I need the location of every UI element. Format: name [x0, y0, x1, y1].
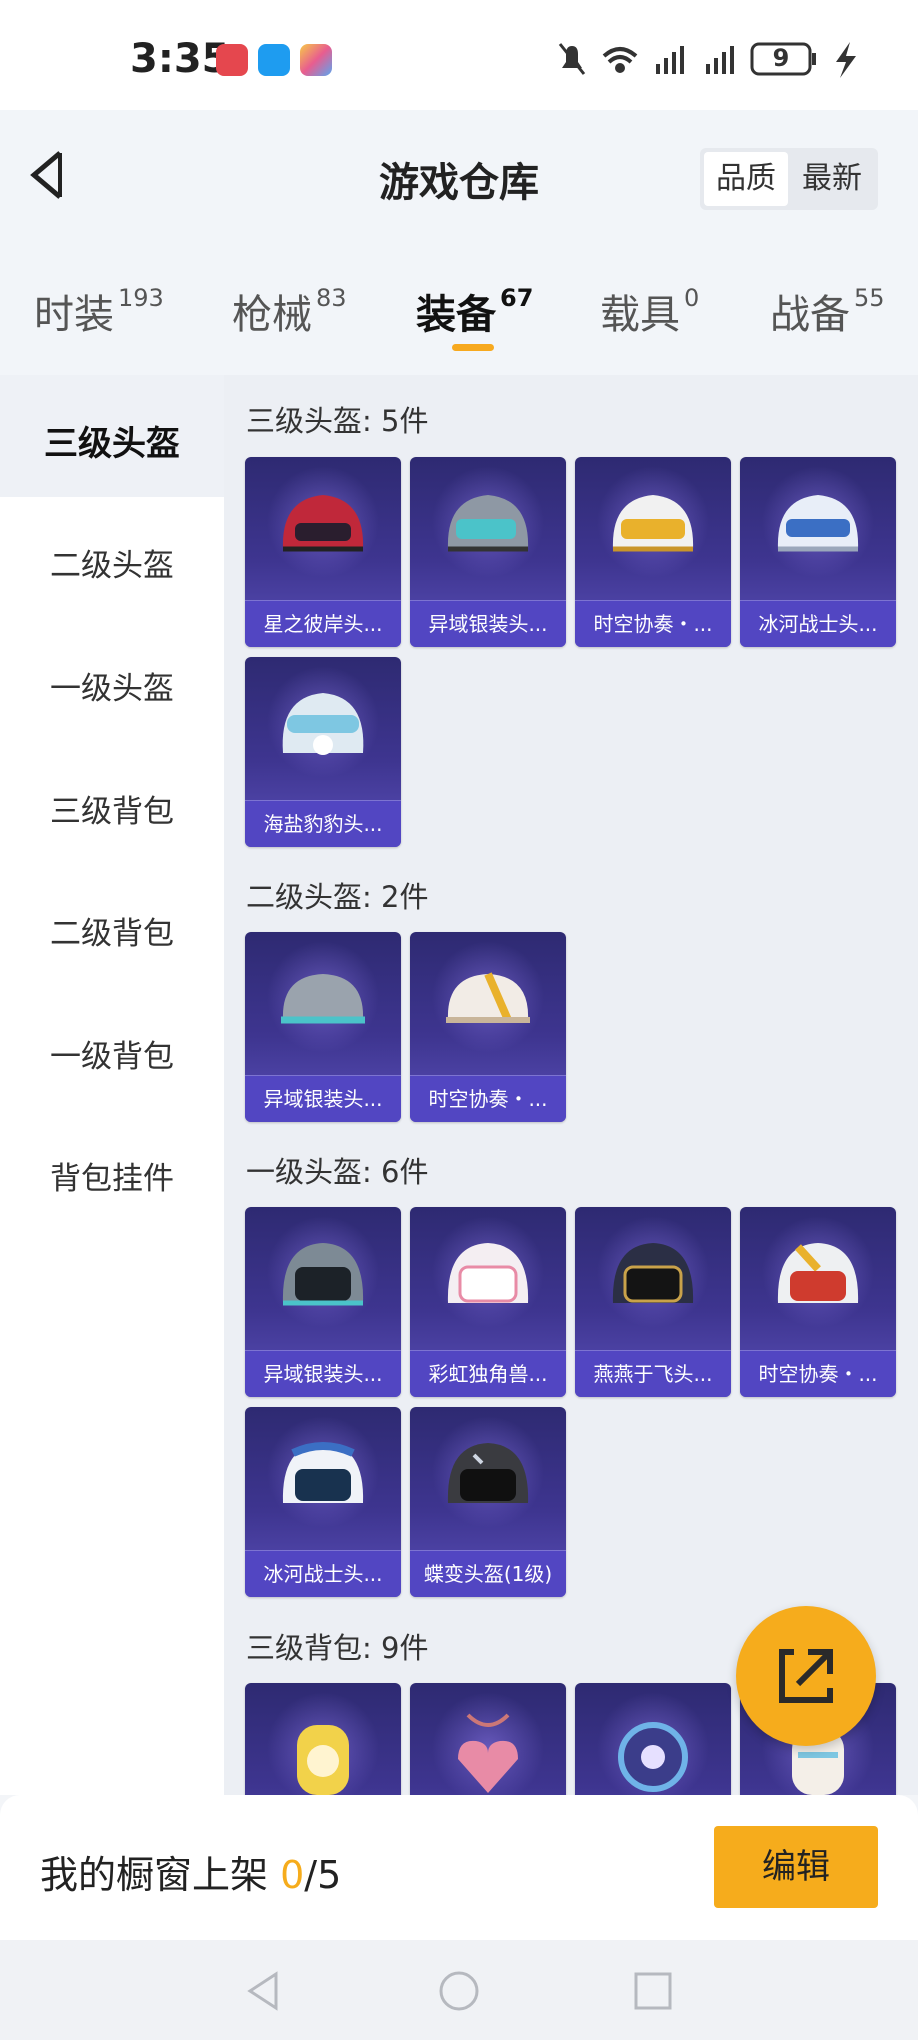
item-name: 异域银装头... [245, 1075, 401, 1122]
showcase-count: 0 [280, 1853, 305, 1897]
helmet-icon [281, 974, 365, 1024]
sidebar-item-level1-backpack[interactable]: 一级背包 [0, 1031, 224, 1076]
backpack-icon [297, 1725, 349, 1795]
sidebar-item-backpack-charm[interactable]: 背包挂件 [0, 1153, 224, 1198]
item-card[interactable]: 星之彼岸头... [245, 457, 401, 647]
item-card[interactable]: 异域银装头... [410, 457, 566, 647]
item-name: 彩虹独角兽... [410, 1350, 566, 1397]
section-title: 三级头盔: 5件 [246, 404, 429, 438]
helmet-icon [447, 495, 529, 552]
showcase-status: 我的橱窗上架 0/5 [40, 1844, 341, 1899]
sidebar [0, 375, 224, 1795]
charging-icon [836, 42, 856, 78]
helmet-icon [282, 1243, 364, 1306]
app-notification-icon [216, 44, 248, 76]
item-card[interactable]: 冰河战士头... [245, 1407, 401, 1597]
helmet-icon [282, 693, 364, 755]
item-name: 海盐豹豹头... [245, 800, 401, 847]
item-name: 时空协奏・... [740, 1350, 896, 1397]
sidebar-item-level2-backpack[interactable]: 二级背包 [0, 908, 224, 953]
helmet-icon [777, 495, 859, 552]
item-card[interactable]: 海盐豹豹头... [245, 657, 401, 847]
item-name: 时空协奏・... [410, 1075, 566, 1122]
item-card[interactable]: 异域银装头... [245, 1207, 401, 1397]
showcase-label: 我的橱窗上架 [40, 1853, 281, 1897]
item-name: 燕燕于飞头... [575, 1350, 731, 1397]
item-card[interactable]: 蝶变头盔(1级) [410, 1407, 566, 1597]
sidebar-item-level2-helmet[interactable]: 二级头盔 [0, 540, 224, 585]
sidebar-item-level1-helmet[interactable]: 一级头盔 [0, 663, 224, 708]
item-name: 异域银装头... [245, 1350, 401, 1397]
helmet-icon [777, 1243, 859, 1303]
tab-supplies[interactable]: 战备 55 [770, 282, 885, 340]
battery-level: 9 [772, 44, 790, 72]
item-card[interactable]: 时空协奏・... [575, 457, 731, 647]
item-card[interactable]: 彩虹独角兽... [410, 1207, 566, 1397]
helmet-icon [612, 495, 694, 552]
helmet-icon [282, 495, 364, 552]
mute-icon [558, 43, 586, 75]
active-tab-indicator [452, 344, 494, 351]
helmet-icon [612, 1243, 694, 1303]
edit-button[interactable]: 编辑 [714, 1826, 878, 1908]
section-title: 二级头盔: 2件 [246, 880, 429, 914]
showcase-total: /5 [304, 1853, 342, 1897]
item-card[interactable]: 时空协奏・... [740, 1207, 896, 1397]
section-title: 一级头盔: 6件 [246, 1155, 429, 1189]
nav-home-icon[interactable] [436, 1968, 482, 2014]
item-card[interactable]: 时空协奏・... [410, 932, 566, 1122]
item-name: 冰河战士头... [245, 1550, 401, 1597]
sidebar-item-level3-backpack[interactable]: 三级背包 [0, 786, 224, 831]
item-name: 蝶变头盔(1级) [410, 1550, 566, 1597]
helmet-icon [447, 1443, 529, 1503]
tab-fashion[interactable]: 时装 193 [34, 282, 164, 340]
section-title: 三级背包: 9件 [246, 1631, 429, 1665]
tab-vehicles[interactable]: 载具 0 [600, 282, 699, 340]
status-time: 3:35 [130, 36, 230, 82]
search-app-icon [258, 44, 290, 76]
tab-weapons[interactable]: 枪械 83 [232, 282, 347, 340]
helmet-icon [282, 1442, 364, 1503]
backpack-icon [458, 1713, 518, 1793]
helmet-icon [447, 1243, 529, 1303]
helmet-icon [446, 972, 530, 1023]
sort-option-newest[interactable]: 最新 [790, 152, 874, 206]
nav-recents-icon[interactable] [630, 1968, 676, 2014]
sort-option-quality[interactable]: 品质 [704, 152, 788, 206]
sidebar-item-level3-helmet[interactable]: 三级头盔 [0, 416, 224, 465]
wifi-icon [602, 47, 638, 73]
app-notification-icon-2 [300, 44, 332, 76]
share-fab-button[interactable] [736, 1606, 876, 1746]
item-card[interactable]: 冰河战士头... [740, 457, 896, 647]
share-export-icon [779, 1649, 833, 1703]
status-icons [558, 42, 856, 78]
item-name: 异域银装头... [410, 600, 566, 647]
backpack-icon [618, 1722, 688, 1792]
tab-equipment[interactable]: 装备 67 [416, 282, 533, 340]
item-name: 冰河战士头... [740, 600, 896, 647]
item-name: 星之彼岸头... [245, 600, 401, 647]
item-card[interactable]: 燕燕于飞头... [575, 1207, 731, 1397]
item-name: 时空协奏・... [575, 600, 731, 647]
signal-4g-icon [656, 46, 684, 74]
nav-back-icon[interactable] [240, 1968, 286, 2014]
item-card[interactable]: 异域银装头... [245, 932, 401, 1122]
signal-4g-icon-2 [706, 46, 734, 74]
